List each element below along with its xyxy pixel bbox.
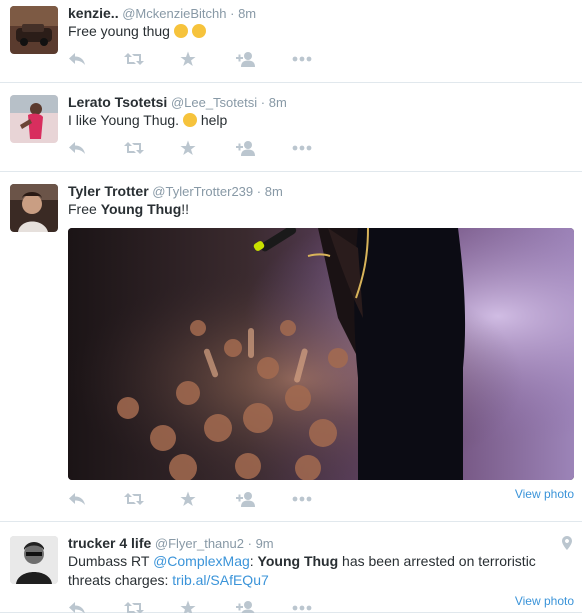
view-photo-link[interactable]: View photo <box>515 487 574 501</box>
retweet-icon <box>124 493 144 505</box>
concert-photo <box>68 228 574 480</box>
more-button[interactable] <box>292 49 348 69</box>
tweet-text-prefix: Free <box>68 201 101 217</box>
tweet-photo[interactable] <box>68 228 574 480</box>
tweet-text-after: help <box>200 112 228 128</box>
follow-icon <box>236 492 255 507</box>
avatar[interactable] <box>10 95 58 143</box>
tweet-actions <box>68 138 348 158</box>
tweet-text: Free Young Thug!! <box>68 200 568 219</box>
tweet-text-suffix: !! <box>181 201 190 217</box>
username[interactable]: @Flyer_thanu2 <box>155 536 244 551</box>
follow-icon <box>236 141 255 156</box>
reply-icon <box>69 493 85 505</box>
tweet-text-before: I like Young Thug. <box>68 112 180 128</box>
view-photo-link[interactable]: View photo <box>515 594 574 608</box>
reply-icon <box>69 142 85 154</box>
avatar[interactable] <box>10 536 58 584</box>
follow-button[interactable] <box>236 598 292 613</box>
tweet[interactable]: trucker 4 life @Flyer_thanu2 · 9m Dumbas… <box>0 522 582 613</box>
favorite-icon <box>180 491 196 506</box>
retweet-button[interactable] <box>124 138 180 158</box>
username[interactable]: @TylerTrotter239 <box>152 184 253 199</box>
favorite-icon <box>180 600 196 613</box>
avatar[interactable] <box>10 6 58 54</box>
location-pin-icon[interactable] <box>562 536 572 550</box>
reply-button[interactable] <box>68 489 124 509</box>
reply-icon <box>69 53 85 65</box>
retweet-button[interactable] <box>124 489 180 509</box>
retweet-icon <box>124 53 144 65</box>
tweet-text: Free young thug <box>68 22 568 41</box>
more-icon <box>292 145 312 151</box>
fullname[interactable]: trucker 4 life <box>68 535 151 551</box>
tweet-text-bold: Young Thug <box>257 553 339 569</box>
reply-button[interactable] <box>68 138 124 158</box>
favorite-icon <box>180 140 196 155</box>
reply-button[interactable] <box>68 598 124 613</box>
fullname[interactable]: Lerato Tsotetsi <box>68 94 167 110</box>
tweet-text-bold: Young Thug <box>100 201 182 217</box>
timestamp[interactable]: 9m <box>256 536 274 551</box>
reply-icon <box>69 602 85 613</box>
more-icon <box>292 496 312 502</box>
favorite-button[interactable] <box>180 49 236 69</box>
more-icon <box>292 605 312 611</box>
tweet-header: trucker 4 life @Flyer_thanu2 · 9m <box>68 534 274 553</box>
tweet-actions <box>68 598 348 613</box>
favorite-icon <box>180 51 196 66</box>
more-button[interactable] <box>292 598 348 613</box>
retweet-icon <box>124 602 144 613</box>
crying-face-emoji-icon <box>182 113 197 127</box>
more-icon <box>292 56 312 62</box>
follow-button[interactable] <box>236 49 292 69</box>
retweet-icon <box>124 142 144 154</box>
separator: · <box>230 6 235 21</box>
tweet-actions <box>68 49 348 69</box>
tweet[interactable]: Tyler Trotter @TylerTrotter239 · 8m Free… <box>0 172 582 522</box>
favorite-button[interactable] <box>180 598 236 613</box>
follow-button[interactable] <box>236 489 292 509</box>
tweet-actions <box>68 489 348 509</box>
tweet-text-part: Dumbass RT <box>68 553 154 569</box>
mention-link[interactable]: @ComplexMag <box>153 553 250 569</box>
follow-icon <box>236 601 255 613</box>
tweet-text-content: Free young thug <box>68 23 170 39</box>
separator: · <box>256 184 262 199</box>
username[interactable]: @Lee_Tsotetsi <box>171 95 257 110</box>
reply-button[interactable] <box>68 49 124 69</box>
more-button[interactable] <box>292 138 348 158</box>
tweet-header: Tyler Trotter @TylerTrotter239 · 8m <box>68 182 283 201</box>
tweet[interactable]: kenzie.. @MckenzieBitchh · 8m Free young… <box>0 0 582 83</box>
fullname[interactable]: Tyler Trotter <box>68 183 149 199</box>
avatar[interactable] <box>10 184 58 232</box>
timestamp[interactable]: 8m <box>265 184 283 199</box>
username[interactable]: @MckenzieBitchh <box>122 6 226 21</box>
favorite-button[interactable] <box>180 138 236 158</box>
tweet[interactable]: Lerato Tsotetsi @Lee_Tsotetsi · 8m I lik… <box>0 83 582 172</box>
retweet-button[interactable] <box>124 598 180 613</box>
timestamp[interactable]: 8m <box>269 95 287 110</box>
more-button[interactable] <box>292 489 348 509</box>
tweet-header: Lerato Tsotetsi @Lee_Tsotetsi · 8m <box>68 93 287 112</box>
grinning-face-emoji-icon <box>191 24 206 38</box>
tears-of-joy-emoji-icon <box>173 24 188 38</box>
timestamp[interactable]: 8m <box>238 6 256 21</box>
tweet-text-part: : <box>249 553 258 569</box>
follow-icon <box>236 52 255 67</box>
fullname[interactable]: kenzie.. <box>68 5 119 21</box>
url-link[interactable]: trib.al/SAfEQu7 <box>172 572 269 588</box>
follow-button[interactable] <box>236 138 292 158</box>
retweet-button[interactable] <box>124 49 180 69</box>
tweet-text: I like Young Thug. help <box>68 111 568 130</box>
separator: · <box>260 95 266 110</box>
favorite-button[interactable] <box>180 489 236 509</box>
tweet-text: Dumbass RT @ComplexMag: Young Thug has b… <box>68 552 552 590</box>
separator: · <box>247 536 252 551</box>
tweet-header: kenzie.. @MckenzieBitchh · 8m <box>68 4 256 23</box>
